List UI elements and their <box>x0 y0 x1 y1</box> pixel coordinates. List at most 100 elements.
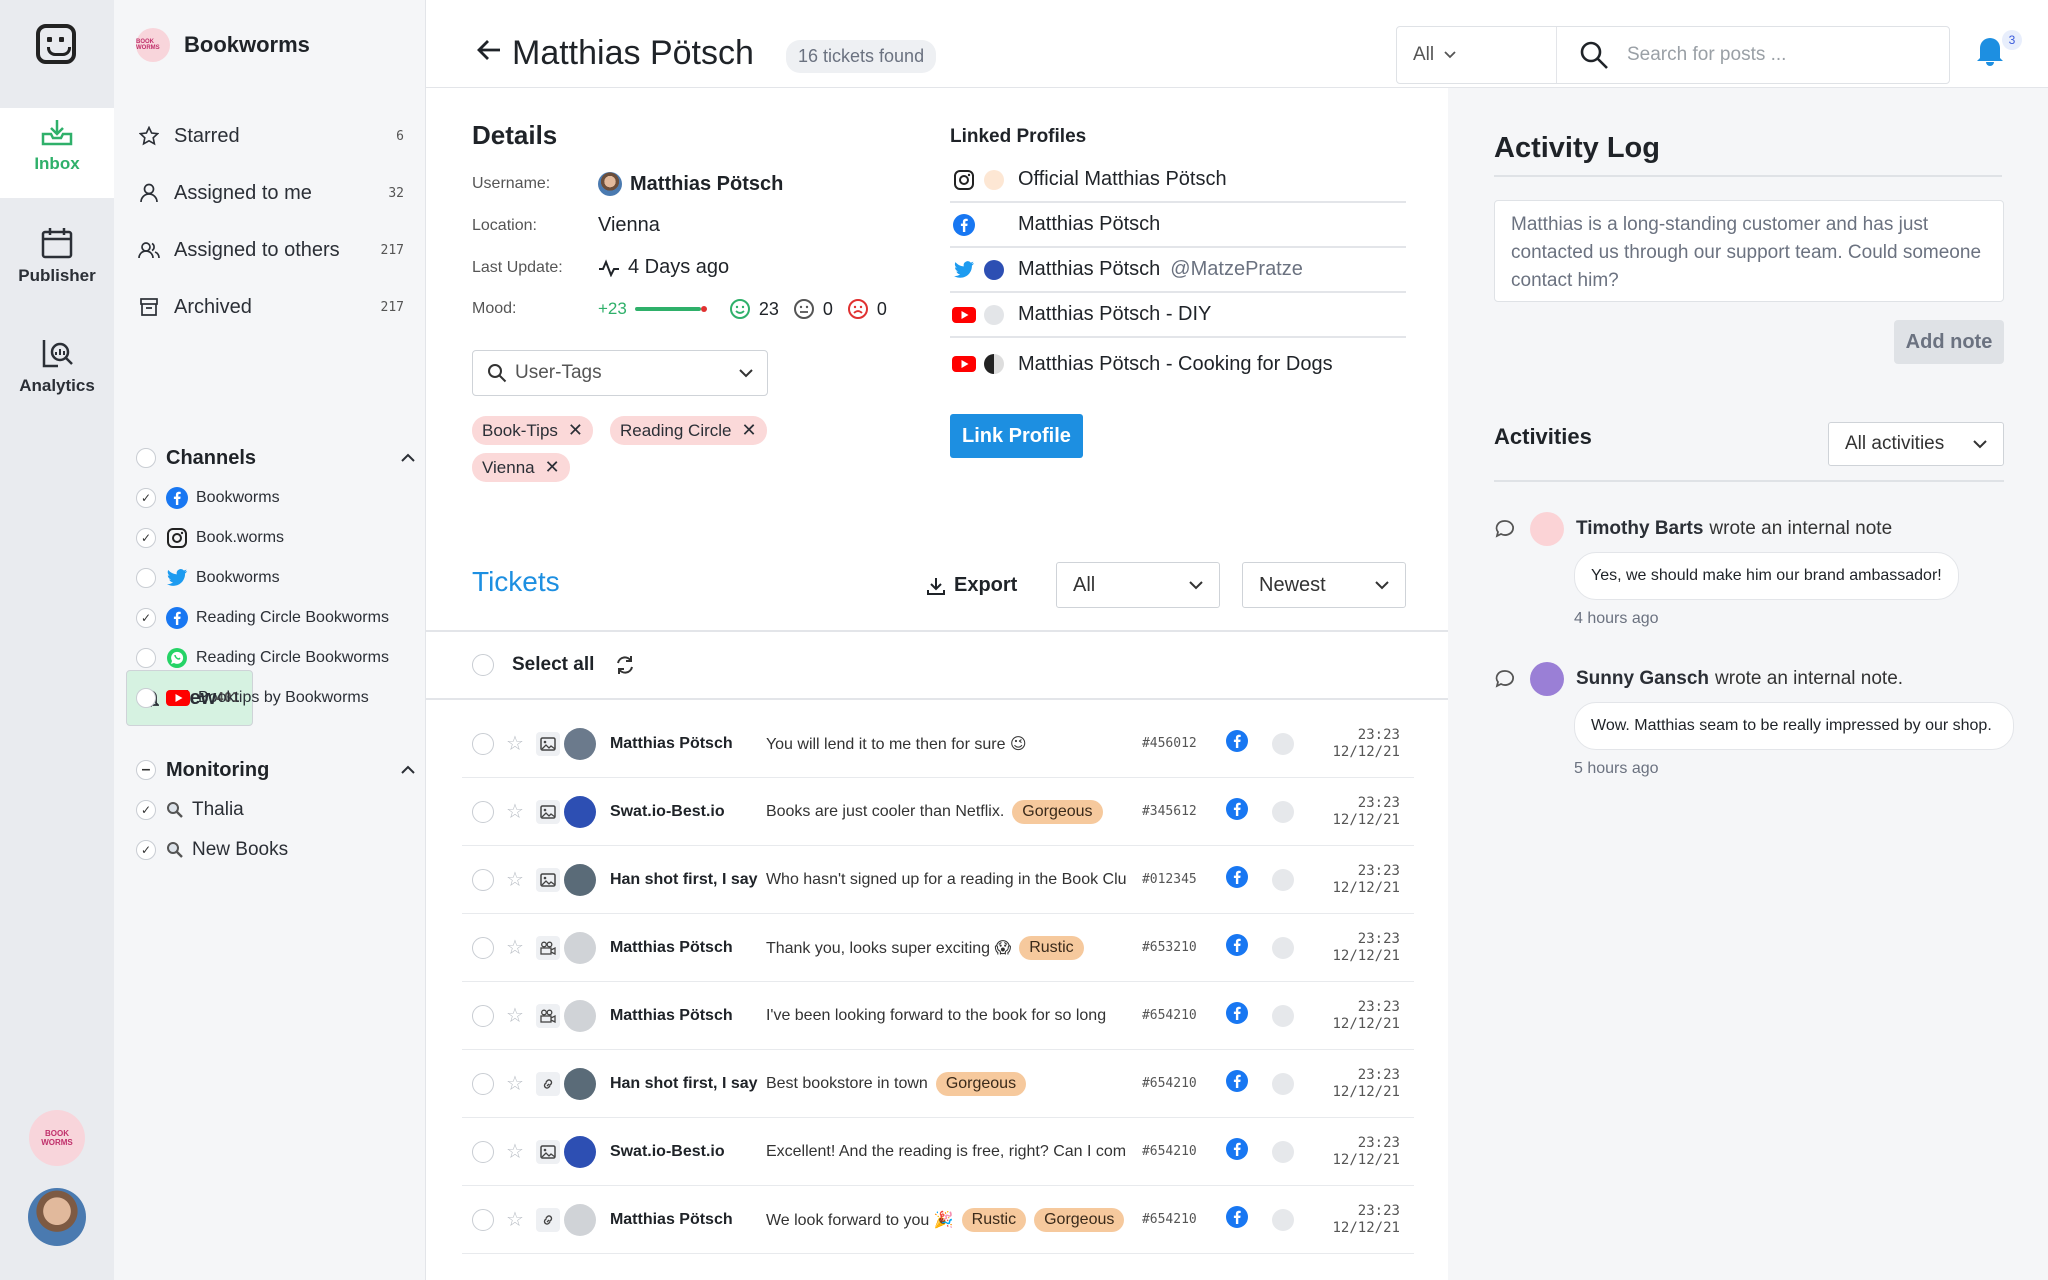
ticket-checkbox[interactable] <box>472 1208 494 1231</box>
assignee-avatar[interactable] <box>1271 868 1294 891</box>
select-all-checkbox[interactable] <box>472 654 494 676</box>
search-input[interactable]: Search for posts ... <box>1627 44 1786 66</box>
assignee-avatar[interactable] <box>1271 1004 1294 1027</box>
assignee-avatar[interactable] <box>1271 1140 1294 1163</box>
channel-checkbox[interactable]: ✓ <box>136 608 156 628</box>
user-tags-dropdown[interactable]: User-Tags <box>472 350 768 396</box>
sidebar-item-starred[interactable]: Starred 6 <box>126 108 416 164</box>
ticket-filter-dropdown[interactable]: All <box>1056 562 1220 608</box>
export-button[interactable]: Export <box>926 574 1017 597</box>
activities-filter-dropdown[interactable]: All activities <box>1828 422 2004 466</box>
back-arrow-icon[interactable] <box>476 38 502 62</box>
sidebar-item-archived[interactable]: Archived 217 <box>126 279 416 335</box>
star-icon[interactable]: ☆ <box>506 1071 524 1096</box>
ticket-label[interactable]: Rustic <box>1019 935 1084 960</box>
monitoring-select-all-checkbox[interactable]: – <box>136 760 156 780</box>
rail-publisher[interactable]: Publisher <box>0 226 114 286</box>
assignee-avatar[interactable] <box>1271 732 1294 755</box>
remove-tag-icon[interactable]: ✕ <box>742 420 757 441</box>
remove-tag-icon[interactable]: ✕ <box>568 420 583 441</box>
ticket-label[interactable]: Gorgeous <box>935 1071 1027 1096</box>
ticket-label[interactable]: Gorgeous <box>1012 799 1103 824</box>
ticket-checkbox[interactable] <box>472 800 494 823</box>
monitoring-header[interactable]: – Monitoring <box>136 750 416 790</box>
select-all-label[interactable]: Select all <box>512 654 594 676</box>
channel-item[interactable]: ✓ Book.worms <box>136 518 416 558</box>
channel-checkbox[interactable]: ✓ <box>136 528 156 548</box>
star-icon[interactable]: ☆ <box>506 867 524 892</box>
ticket-checkbox[interactable] <box>472 1072 494 1095</box>
channel-checkbox[interactable] <box>136 648 156 668</box>
org-avatar[interactable]: BOOK WORMS <box>29 1110 85 1166</box>
sidebar-item-count: 217 <box>380 242 404 258</box>
ticket-row[interactable]: ☆ Han shot first, I say Who hasn't signed … <box>462 846 1414 914</box>
channel-checkbox[interactable] <box>136 688 156 708</box>
ticket-checkbox[interactable] <box>472 732 494 755</box>
channel-item[interactable]: Booktips by Bookworms <box>136 678 416 718</box>
monitoring-checkbox[interactable]: ✓ <box>136 800 156 820</box>
channels-select-all-checkbox[interactable] <box>136 448 156 468</box>
refresh-icon[interactable] <box>614 654 636 676</box>
sidebar-item-assigned-to-others[interactable]: Assigned to others 217 <box>126 222 416 278</box>
ticket-label[interactable]: Gorgeous <box>1034 1207 1125 1232</box>
channel-item[interactable]: Reading Circle Bookworms <box>136 638 416 678</box>
chevron-up-icon[interactable] <box>400 765 416 775</box>
channels-header[interactable]: Channels <box>136 438 416 478</box>
linked-profile-row[interactable]: Official Matthias Pötsch <box>950 158 1406 203</box>
link-profile-button[interactable]: Link Profile <box>950 414 1083 458</box>
ticket-row[interactable]: ☆ Han shot first, I say Best bookstore in … <box>462 1050 1414 1118</box>
ticket-time: 23:23 <box>1357 1202 1400 1219</box>
assignee-avatar[interactable] <box>1271 1208 1294 1231</box>
search-scope-dropdown[interactable]: All <box>1397 27 1557 83</box>
ticket-checkbox[interactable] <box>472 868 494 891</box>
assignee-avatar[interactable] <box>1271 1072 1294 1095</box>
channel-item[interactable]: ✓ Bookworms <box>136 478 416 518</box>
assignee-avatar[interactable] <box>1271 936 1294 959</box>
notifications-button[interactable]: 3 <box>1976 30 2022 71</box>
ticket-checkbox[interactable] <box>472 1140 494 1163</box>
linked-profile-row[interactable]: Matthias Pötsch - Cooking for Dogs <box>950 338 1406 390</box>
add-note-button[interactable]: Add note <box>1894 320 2004 364</box>
ticket-row[interactable]: ☆ Matthias Pötsch We look forward to you 🎉… <box>462 1186 1414 1254</box>
star-icon[interactable]: ☆ <box>506 1003 524 1028</box>
remove-tag-icon[interactable]: ✕ <box>545 457 560 478</box>
ticket-checkbox[interactable] <box>472 1004 494 1027</box>
ticket-row[interactable]: ☆ Swat.io-Best.io Books are just cooler th… <box>462 778 1414 846</box>
linked-profile-row[interactable]: Matthias Pötsch - DIY <box>950 293 1406 338</box>
ticket-id: #456012 <box>1141 736 1197 751</box>
star-icon[interactable]: ☆ <box>506 1139 524 1164</box>
rail-analytics[interactable]: Analytics <box>0 336 114 396</box>
ticket-sort-dropdown[interactable]: Newest <box>1242 562 1406 608</box>
ticket-checkbox[interactable] <box>472 936 494 959</box>
channel-checkbox[interactable]: ✓ <box>136 488 156 508</box>
ticket-row[interactable]: ☆ Matthias Pötsch I've been looking forwar… <box>462 982 1414 1050</box>
ticket-row[interactable]: ☆ Matthias Pötsch Thank you, looks super e… <box>462 914 1414 982</box>
chevron-up-icon[interactable] <box>400 453 416 463</box>
user-avatar[interactable] <box>28 1188 86 1246</box>
note-textarea[interactable]: Matthias is a long-standing customer and… <box>1494 200 2004 302</box>
rail-inbox[interactable]: Inbox <box>0 108 114 198</box>
search-icon[interactable] <box>1579 40 1609 70</box>
channel-checkbox[interactable] <box>136 568 156 588</box>
ticket-row[interactable]: ☆ Swat.io-Best.io Excellent! And the readi… <box>462 1118 1414 1186</box>
ticket-label[interactable]: Rustic <box>961 1207 1027 1232</box>
assignee-avatar[interactable] <box>1271 800 1294 823</box>
ticket-message-text: I've been looking forward to the book fo… <box>765 1006 1107 1024</box>
channel-item[interactable]: ✓ Reading Circle Bookworms <box>136 598 416 638</box>
ticket-row[interactable]: ☆ Matthias Pötsch You will lend it to me t… <box>462 710 1414 778</box>
app-logo-icon[interactable] <box>36 24 76 64</box>
star-icon[interactable]: ☆ <box>506 935 524 960</box>
monitoring-checkbox[interactable]: ✓ <box>136 840 156 860</box>
channel-item[interactable]: Bookworms <box>136 558 416 598</box>
monitoring-item[interactable]: ✓ New Books <box>136 830 416 870</box>
user-tag-label: Vienna <box>482 457 535 477</box>
sidebar-item-assigned-to-me[interactable]: Assigned to me 32 <box>126 165 416 221</box>
star-icon[interactable]: ☆ <box>506 799 524 824</box>
star-icon[interactable]: ☆ <box>506 1207 524 1232</box>
star-icon[interactable]: ☆ <box>506 731 524 756</box>
brand-name: Bookworms <box>184 32 310 57</box>
monitoring-item[interactable]: ✓ Thalia <box>136 790 416 830</box>
linked-profile-row[interactable]: Matthias Pötsch @MatzePratze <box>950 248 1406 293</box>
workspace-brand[interactable]: BOOK WORMS Bookworms <box>136 28 310 62</box>
linked-profile-row[interactable]: Matthias Pötsch <box>950 203 1406 248</box>
